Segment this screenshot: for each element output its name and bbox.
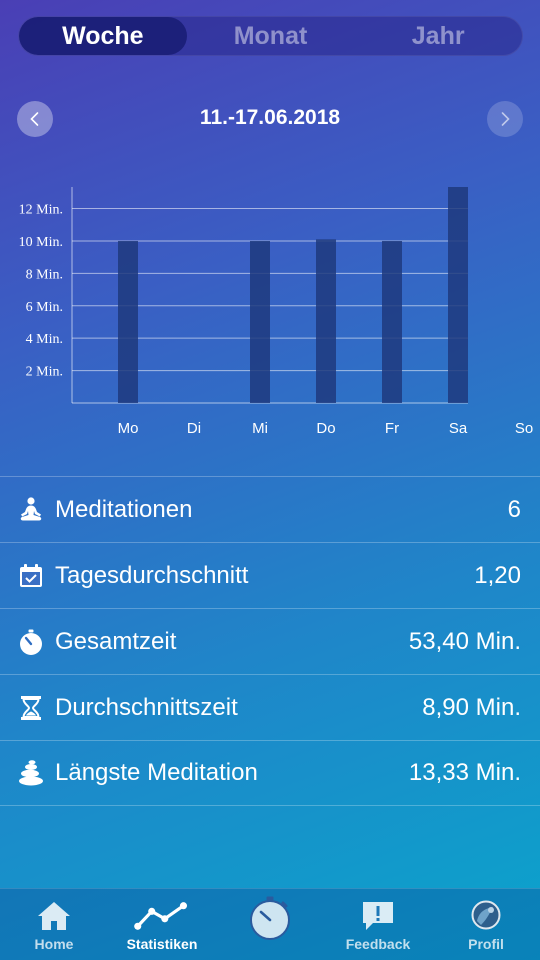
stat-value: 13,33 Min. <box>408 759 521 786</box>
tab-home[interactable]: Home <box>0 889 108 960</box>
x-tick-label: Mi <box>252 420 268 437</box>
date-range-label: 11.-17.06.2018 <box>199 106 341 129</box>
stopwatch-icon <box>17 628 45 656</box>
stat-label: Gesamtzeit <box>55 627 177 655</box>
chart-bar <box>448 187 468 403</box>
y-tick-label: 8 Min. <box>26 267 63 282</box>
hourglass-icon <box>17 694 45 722</box>
stat-value: 53,40 Min. <box>408 627 521 655</box>
y-tick-label: 4 Min. <box>26 332 63 347</box>
x-tick-label: Do <box>316 420 335 437</box>
tab-profile[interactable]: Profil <box>432 889 540 960</box>
next-week-button[interactable] <box>487 101 523 137</box>
profile-icon <box>471 900 501 930</box>
chart-bar <box>316 239 336 403</box>
tab-label: Feedback <box>345 936 411 952</box>
x-tick-label: Fr <box>385 420 399 437</box>
stat-label: Meditationen <box>55 495 193 523</box>
timer-icon <box>250 896 290 940</box>
x-tick-label: Sa <box>449 420 468 437</box>
tab-statistics[interactable]: Statistiken <box>108 889 216 960</box>
stat-label: Tagesdurchschnitt <box>55 561 249 589</box>
period-segmented-control: Woche Monat Jahr <box>18 16 523 56</box>
x-tick-label: Di <box>187 420 201 437</box>
chart-bar <box>118 240 138 403</box>
bottom-tab-bar: Home Statistiken Feedback Profil <box>0 888 540 960</box>
segment-week[interactable]: Woche <box>19 17 187 55</box>
feedback-icon <box>363 902 393 930</box>
stat-label: Durchschnittszeit <box>55 693 238 721</box>
stat-row-average-time: Durchschnittszeit 8,90 Min. <box>0 674 540 740</box>
y-tick-label: 10 Min. <box>19 235 63 250</box>
y-tick-label: 2 Min. <box>26 365 63 380</box>
stat-row-total-time: Gesamtzeit 53,40 Min. <box>0 608 540 674</box>
x-tick-label: Mo <box>118 420 139 437</box>
x-tick-label: So <box>515 420 533 437</box>
stat-value: 8,90 Min. <box>422 693 521 721</box>
home-icon <box>38 902 70 930</box>
chevron-right-icon <box>501 112 510 126</box>
stat-value: 1,20 <box>474 561 521 589</box>
y-tick-label: 12 Min. <box>19 203 63 218</box>
segment-year[interactable]: Jahr <box>354 17 522 55</box>
tab-label: Profil <box>468 936 504 952</box>
chart-bar <box>382 240 402 403</box>
meditation-icon <box>17 496 45 524</box>
statistics-icon <box>134 902 188 930</box>
segment-month[interactable]: Monat <box>187 17 355 55</box>
chart-bar <box>250 240 270 403</box>
stat-label: Längste Meditation <box>55 759 258 786</box>
weekly-bar-chart: 2 Min. 4 Min. 6 Min. 8 Min. 10 Min. 12 Min. Mo… <box>19 187 533 437</box>
tab-feedback[interactable]: Feedback <box>324 889 432 960</box>
stones-icon <box>17 759 45 787</box>
y-tick-label: 6 Min. <box>26 300 63 315</box>
stat-row-meditations: Meditationen 6 <box>0 476 540 542</box>
tab-label: Statistiken <box>126 936 198 952</box>
tab-label: Home <box>34 936 74 952</box>
stat-row-longest-meditation: Längste Meditation 13,33 Min. <box>0 740 540 806</box>
calendar-icon <box>17 562 45 590</box>
stat-value: 6 <box>507 495 521 523</box>
stat-row-daily-average: Tagesdurchschnitt 1,20 <box>0 542 540 608</box>
tab-timer[interactable] <box>216 889 324 960</box>
